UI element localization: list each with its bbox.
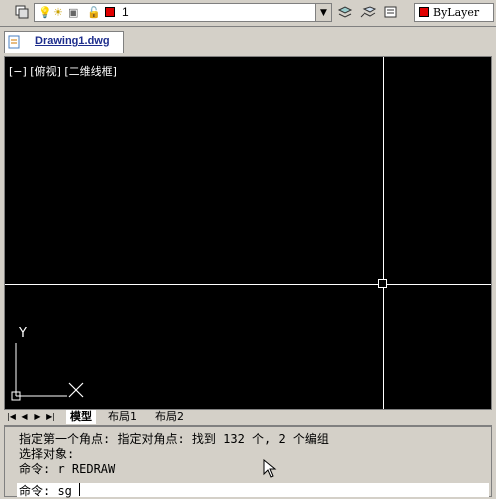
crosshair-pickbox [378, 279, 387, 288]
layer-properties-icon[interactable] [12, 2, 32, 22]
layer-previous-icon[interactable] [358, 2, 378, 22]
drawing-canvas[interactable]: [−] [俯视] [二维线框] Y [4, 56, 492, 410]
crosshair-horizontal [5, 284, 491, 285]
mouse-pointer-icon [263, 459, 277, 478]
color-swatch [419, 7, 429, 17]
make-object-layer-current-icon[interactable] [335, 2, 355, 22]
layer-states-icon[interactable] [381, 2, 401, 22]
tab-model[interactable]: 模型 [66, 410, 96, 424]
viewport-freeze-icon[interactable]: ▣ [68, 5, 78, 20]
properties-toolbar: 💡 ☀ ▣ 🔓 1 ▼ ByLayer [0, 0, 496, 27]
command-prompt: 命令: sg [19, 484, 72, 498]
text-caret [79, 483, 80, 496]
previous-layout-icon[interactable]: ◀ [19, 411, 30, 423]
command-history-line: 命令: r REDRAW [19, 462, 116, 476]
document-tab-bar: Drawing1.dwg [0, 27, 496, 55]
tab-layout1[interactable]: 布局1 [104, 410, 141, 424]
crosshair-vertical [383, 57, 384, 409]
sun-thaw-icon[interactable]: ☀ [53, 5, 63, 20]
layout-tab-bar: |◀ ◀ ▶ ▶| 模型 布局1 布局2 [4, 410, 492, 426]
layer-name: 1 [122, 5, 129, 19]
tab-layout2[interactable]: 布局2 [151, 410, 188, 424]
unlock-icon[interactable]: 🔓 [87, 5, 101, 20]
command-window: 指定第一个角点: 指定对角点: 找到 132 个, 2 个编组 选择对象: 命令… [4, 426, 492, 498]
command-input[interactable]: 命令: sg [17, 483, 489, 498]
layer-dropdown[interactable]: 💡 ☀ ▣ 🔓 1 ▼ [34, 3, 332, 22]
last-layout-icon[interactable]: ▶| [45, 411, 56, 423]
chevron-down-icon[interactable]: ▼ [315, 4, 331, 21]
ucs-y-label: Y [19, 326, 27, 341]
next-layout-icon[interactable]: ▶ [32, 411, 43, 423]
lightbulb-on-icon[interactable]: 💡 [38, 5, 52, 20]
dwg-file-icon [8, 35, 22, 52]
first-layout-icon[interactable]: |◀ [6, 411, 17, 423]
document-tab[interactable]: Drawing1.dwg [4, 31, 124, 53]
ucs-icon: Y [5, 325, 95, 405]
layer-color-swatch [105, 7, 115, 17]
viewport-controls-label[interactable]: [−] [俯视] [二维线框] [9, 63, 117, 79]
document-tab-label: Drawing1.dwg [35, 35, 110, 47]
color-control-dropdown[interactable]: ByLayer [414, 3, 494, 22]
color-label: ByLayer [433, 6, 480, 19]
